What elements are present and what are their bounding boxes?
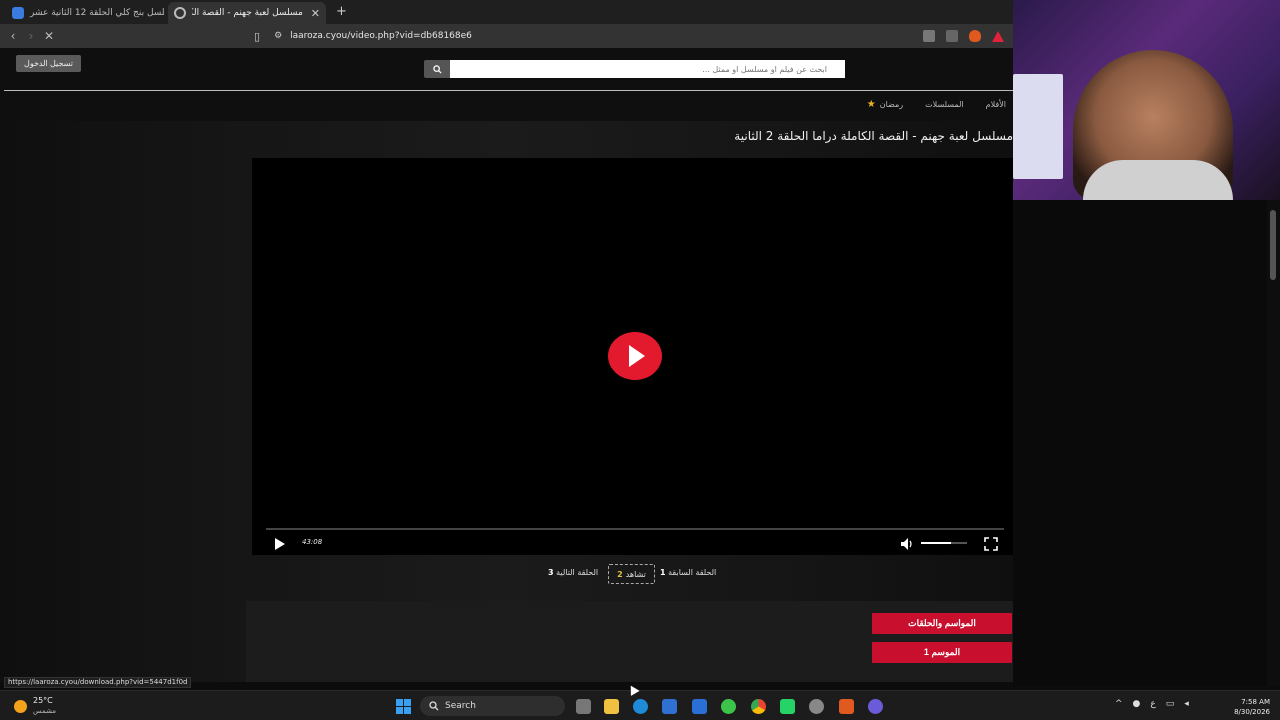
search-input[interactable] [450,60,845,78]
tab-title: مسلسل لعبة جهنم - القصة الكاملة [192,8,303,18]
close-tab-icon[interactable]: ✕ [303,7,320,20]
cast-icon[interactable] [946,30,958,42]
file-explorer-icon[interactable] [604,699,619,714]
clock-date: 8/30/2026 [1234,708,1270,716]
url-text[interactable]: laaroza.cyou/video.php?vid=db68168e6 [290,31,472,41]
speaker-icon[interactable]: ◂ [1184,699,1189,709]
brave-rewards-icon[interactable] [992,30,1004,42]
season-1-button[interactable]: الموسم 1 [872,642,1012,663]
video-title: مسلسل لعبة جهنم - القصة الكاملة دراما ال… [734,129,1013,143]
chevron-up-icon[interactable]: ^ [1115,699,1123,709]
taskbar: 25°C مشمس Search ^ ● ع ▭ ◂ 7:58 AM 8/30/… [0,690,1280,720]
translate-icon[interactable] [923,30,935,42]
play-icon [629,345,645,367]
search-icon [429,701,439,711]
progress-bar[interactable] [266,528,1004,530]
microphone-icon[interactable]: ● [1133,699,1141,709]
tab-favicon [12,7,24,19]
search-label: Search [445,701,476,711]
seasons-panel: المواسم والحلقات الموسم 1 [246,601,1013,682]
play-button-large[interactable] [608,332,662,380]
play-icon [275,538,285,550]
search-icon [432,64,442,74]
mute-button[interactable] [900,536,914,555]
tab-strip: مسلسل بنج كلي الحلقة 12 الثانية عشر مسلس… [0,0,1013,24]
search-button[interactable] [424,60,450,78]
video-player[interactable]: 43:08 [252,158,1013,555]
background-monitor [1013,74,1063,179]
nav-label: المسلسلات [925,100,964,109]
language-indicator[interactable]: ع [1150,699,1155,709]
start-button[interactable] [396,699,411,714]
clock[interactable]: 7:58 AM 8/30/2026 [1222,697,1270,717]
tab-title: مسلسل بنج كلي الحلقة 12 الثانية عشر [30,8,164,18]
episode-label: الحلقة التالية [556,568,599,577]
volume-fill [921,542,951,544]
weather-temperature[interactable]: 25°C [33,696,53,705]
clock-time: 7:58 AM [1241,698,1270,706]
episode-label: تشاهد [625,569,646,579]
address-bar[interactable]: ▯ ⚙ laaroza.cyou/video.php?vid=db68168e6 [254,27,1004,45]
stop-loading-icon[interactable]: ✕ [40,29,58,43]
mail-icon[interactable] [692,699,707,714]
back-icon[interactable]: ‹ [4,29,22,43]
episode-number: 2 [617,569,623,579]
sun-icon[interactable] [14,700,27,713]
episode-navigation: الحلقة التالية 3 تشاهد 2 الحلقة السابقة … [0,564,1013,586]
bookmark-icon[interactable]: ▯ [254,30,260,43]
forward-icon[interactable]: › [22,29,40,43]
webcam-overlay [1013,0,1280,200]
new-tab-button[interactable]: + [336,4,347,19]
discord-icon[interactable] [868,699,883,714]
nav-series[interactable]: المسلسلات [925,99,964,110]
web-page: تسجيل الدخول الأفلام المسلسلات رمضان★ مس… [0,48,1013,682]
tab-1[interactable]: مسلسل بنج كلي الحلقة 12 الثانية عشر [6,2,164,24]
streamer-shirt [1083,160,1233,200]
network-icon[interactable]: ▭ [1166,699,1175,709]
main-nav: الأفلام المسلسلات رمضان ★ [867,99,1006,110]
taskbar-search[interactable]: Search [420,696,565,716]
episode-number: 3 [548,568,554,577]
chrome-icon[interactable] [751,699,766,714]
tab-2[interactable]: مسلسل لعبة جهنم - القصة الكاملة ✕ [168,2,326,24]
app-icon[interactable] [721,699,736,714]
scrollbar-thumb[interactable] [1270,210,1276,280]
whatsapp-icon[interactable] [780,699,795,714]
episode-number: 1 [660,568,666,577]
nav-movies[interactable]: الأفلام [986,99,1006,110]
page-margin [1013,200,1280,686]
nav-label: رمضان [879,100,904,109]
system-tray: ^ ● ع ▭ ◂ [1115,699,1189,709]
task-view-icon[interactable] [576,699,591,714]
brave-icon[interactable] [839,699,854,714]
weather-description[interactable]: مشمس [33,707,56,715]
app-icon[interactable] [809,699,824,714]
header-divider [4,90,1013,91]
episode-label: الحلقة السابقة [668,568,717,577]
edge-icon[interactable] [633,699,648,714]
next-episode-link[interactable]: الحلقة التالية 3 [548,568,598,577]
fullscreen-icon [984,537,998,551]
fullscreen-button[interactable] [984,536,998,555]
status-bar-url: https://laaroza.cyou/download.php?vid=54… [4,677,192,688]
volume-icon [901,538,912,550]
brave-shield-icon[interactable] [969,30,981,42]
play-button[interactable] [272,536,286,555]
site-info-icon[interactable]: ⚙ [274,31,282,41]
loading-icon [174,7,186,19]
nav-label: الأفلام [985,100,1006,109]
store-icon[interactable] [662,699,677,714]
volume-slider[interactable] [921,542,967,544]
content-area: مسلسل لعبة جهنم - القصة الكاملة دراما ال… [0,121,1013,682]
login-button[interactable]: تسجيل الدخول [16,55,81,72]
seasons-episodes-button[interactable]: المواسم والحلقات [872,613,1012,634]
current-episode: تشاهد 2 [608,564,655,584]
previous-episode-link[interactable]: الحلقة السابقة 1 [660,568,716,577]
time-display: 43:08 [302,538,323,546]
star-icon: ★ [866,99,876,110]
nav-ramadan[interactable]: رمضان ★ [867,99,903,110]
